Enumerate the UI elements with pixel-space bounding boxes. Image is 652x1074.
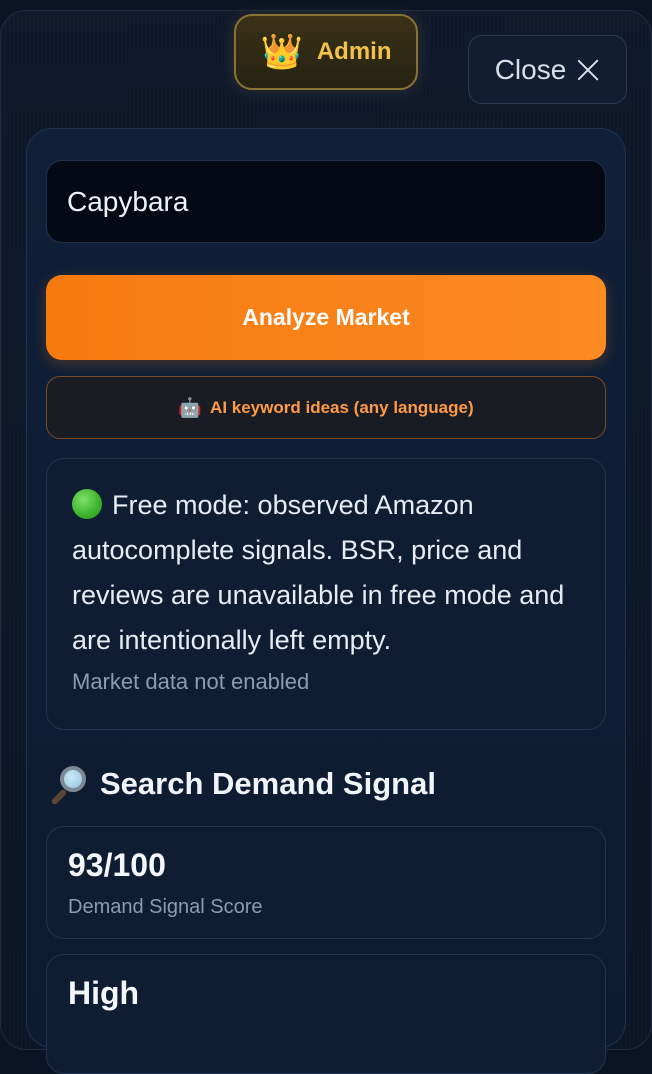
magnifying-glass-icon (48, 764, 88, 806)
admin-label: Admin (316, 38, 392, 65)
demand-level-value: High (68, 975, 140, 1011)
keyword-input[interactable] (46, 160, 606, 243)
free-mode-message-text: Free mode: observed Amazon autocomplete … (72, 490, 565, 655)
close-label: Close (494, 53, 567, 85)
demand-level-card: High (46, 954, 606, 1074)
ai-keyword-ideas-button[interactable]: 🤖 AI keyword ideas (any language) (46, 376, 606, 439)
green-circle-icon (72, 489, 102, 519)
search-demand-title: Search Demand Signal (100, 766, 436, 801)
close-icon (576, 58, 600, 82)
market-data-note: Market data not enabled (72, 669, 310, 694)
close-button[interactable]: Close (468, 35, 627, 104)
demand-score-value: 93/100 (68, 847, 166, 883)
robot-icon: 🤖 (178, 397, 203, 419)
free-mode-info-box: Free mode: observed Amazon autocomplete … (46, 458, 606, 730)
demand-score-card: 93/100 Demand Signal Score (46, 826, 606, 939)
search-demand-heading: Search Demand Signal (48, 762, 436, 806)
admin-badge[interactable]: 👑 Admin (234, 14, 418, 90)
crown-icon: 👑 (260, 32, 303, 72)
free-mode-message: Free mode: observed Amazon autocomplete … (72, 483, 581, 663)
demand-score-label: Demand Signal Score (68, 896, 263, 918)
ai-keyword-ideas-label: AI keyword ideas (any language) (210, 397, 474, 417)
analyze-market-button[interactable]: Analyze Market (46, 275, 606, 360)
